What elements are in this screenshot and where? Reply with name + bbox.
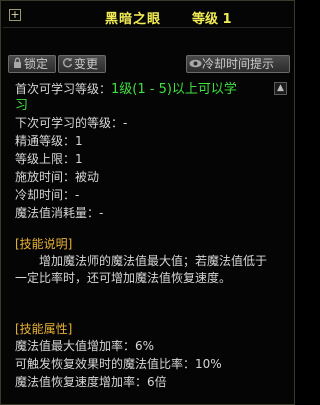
eye-icon: [188, 56, 202, 72]
description-text: 增加魔法师的魔法值最大值；若魔法值低于一定比率时，还可增加魔法值恢复速度。: [15, 254, 268, 285]
next-learn-level: 下次可学习的等级：-: [15, 116, 128, 130]
cooldown-hint-label: 冷却时间提示: [202, 57, 275, 71]
cooldown-time: 冷却时间：-: [15, 188, 80, 202]
first-learn-value-cont: 习: [15, 98, 29, 113]
scroll-up-icon[interactable]: ▲: [274, 82, 287, 95]
attributes-header: [技能属性]: [15, 322, 73, 336]
expand-icon[interactable]: +: [9, 9, 21, 21]
refresh-icon: [60, 56, 74, 72]
tooltip-title-bar: + 黑暗之眼 等级 1: [3, 3, 292, 28]
mastery-level: 精通等级：1: [15, 134, 83, 148]
skill-name: 黑暗之眼: [105, 12, 162, 27]
description-header: [技能说明]: [15, 237, 73, 251]
attribute-line: 可触发恢复效果时的魔法值比率：10%: [15, 357, 222, 371]
lock-button[interactable]: 锁定: [8, 55, 56, 73]
cast-time: 施放时间：被动: [15, 170, 100, 184]
mp-cost: 魔法值消耗量：-: [15, 206, 104, 220]
change-button-label: 变更: [74, 57, 99, 71]
lock-button-label: 锁定: [24, 57, 49, 71]
first-learn-label: 首次可学习等级：: [15, 82, 112, 96]
skill-tooltip: + 黑暗之眼 等级 1 锁定 变更 冷却时间提示 ▲ 首次可学习等级：1级(1 …: [0, 0, 295, 405]
cooldown-hint-button[interactable]: 冷却时间提示: [186, 55, 290, 73]
skill-level: 等级 1: [192, 12, 232, 27]
attribute-line: 魔法值最大值增加率：6%: [15, 339, 155, 353]
lock-icon: [10, 56, 24, 72]
max-level: 等级上限：1: [15, 152, 83, 166]
change-button[interactable]: 变更: [58, 55, 106, 73]
first-learn-level: 首次可学习等级：1级(1 - 5)以上可以学: [15, 81, 237, 98]
first-learn-value: 1级(1 - 5)以上可以学: [111, 82, 237, 97]
attribute-line: 魔法值恢复速度增加率：6倍: [15, 375, 167, 389]
